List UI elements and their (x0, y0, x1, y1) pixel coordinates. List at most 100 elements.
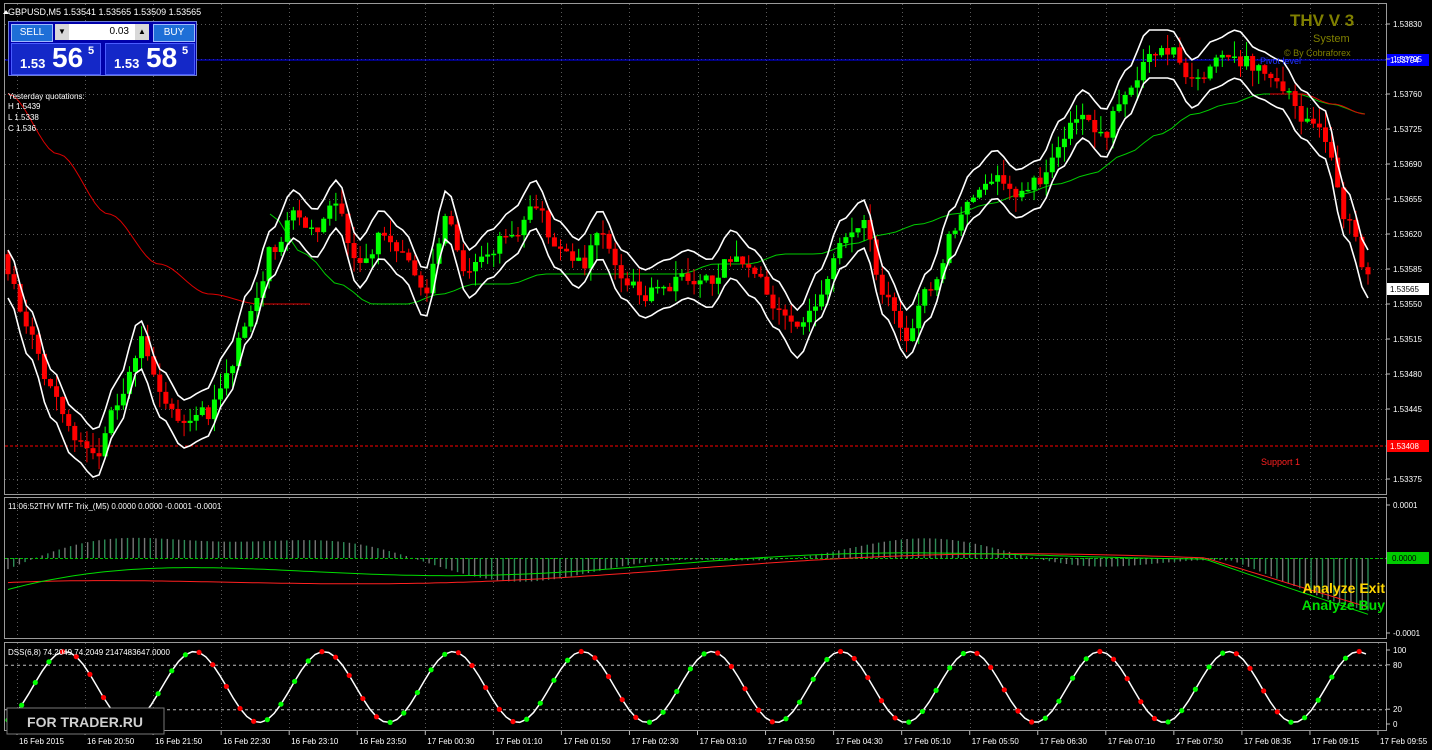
dss-dot (1206, 664, 1212, 670)
candle-body (29, 326, 35, 335)
candle-body (1080, 114, 1086, 120)
candle-body (78, 440, 84, 442)
lot-size-stepper[interactable]: ▼ 0.03 ▲ (55, 24, 149, 40)
candle-body (721, 259, 727, 278)
candle-body (175, 408, 181, 421)
dss-dot (87, 671, 93, 677)
candle-body (114, 405, 120, 411)
buy-price-button[interactable]: 1.53 58 5 (105, 42, 195, 75)
yesterday-low: L 1.5338 (8, 113, 39, 122)
candle-body (460, 250, 466, 272)
candle-body (1043, 172, 1049, 185)
dss-dot (1329, 674, 1335, 680)
candle-body (594, 233, 600, 246)
candle-body (1183, 62, 1189, 78)
buy-button[interactable]: BUY (153, 24, 195, 42)
candle-body (533, 206, 539, 209)
candle-body (66, 414, 72, 426)
time-tick-label: 17 Feb 01:50 (563, 737, 611, 746)
candle-body (11, 274, 17, 284)
candle-body (667, 286, 673, 292)
dss-dot (1165, 719, 1171, 725)
candle-body (266, 247, 272, 282)
candle-body (485, 254, 491, 257)
dss-dot (824, 656, 830, 663)
time-tick-label: 17 Feb 07:10 (1108, 737, 1156, 746)
analyze-buy-label: Analyze Buy (1302, 597, 1385, 613)
dss-dot (414, 689, 421, 696)
candle-body (661, 286, 667, 289)
candle-body (1213, 57, 1219, 67)
dss-dot (1179, 707, 1185, 714)
candle-body (1134, 80, 1140, 88)
candle-body (806, 310, 812, 323)
candle-body (5, 254, 11, 275)
price-tick-label: 1.53480 (1393, 370, 1422, 379)
candle-body (224, 373, 230, 389)
lot-decrease-icon[interactable]: ▼ (55, 24, 69, 40)
candle-body (139, 336, 145, 359)
dss-dot (756, 707, 762, 713)
price-tick-label: 1.53725 (1393, 125, 1422, 134)
pivot-label: Pivot level (1260, 56, 1301, 66)
chart-canvas[interactable]: 1.537941.53408 1.538301.537951.537601.53… (0, 0, 1432, 750)
one-click-trade-panel: SELL ▼ 0.03 ▲ BUY 1.53 56 5 1.53 58 5 (8, 21, 197, 76)
dss-dot (428, 667, 434, 673)
dss-dot (592, 655, 598, 661)
buy-price-pips: 58 (146, 42, 178, 73)
buy-price-fraction: 5 (182, 45, 189, 57)
dss-dot (1247, 665, 1253, 671)
lot-size-value[interactable]: 0.03 (71, 24, 133, 40)
time-tick-label: 17 Feb 02:30 (631, 737, 679, 746)
candle-body (187, 420, 193, 423)
candle-body (1341, 187, 1347, 220)
candle-body (545, 210, 551, 238)
sell-price-button[interactable]: 1.53 56 5 (11, 42, 101, 75)
lot-increase-icon[interactable]: ▲ (135, 24, 149, 40)
candle-body (636, 281, 642, 296)
dss-dot (551, 677, 557, 683)
candle-body (715, 277, 721, 284)
candle-body (1219, 54, 1225, 58)
dss-dot (537, 700, 543, 706)
candle-body (734, 256, 740, 262)
dss-dot (1274, 709, 1280, 715)
candle-body (454, 224, 460, 251)
candle-body (539, 208, 545, 211)
dss-dot (360, 695, 366, 702)
dss-dot (1138, 699, 1144, 705)
dss-dot (19, 702, 25, 708)
dss-dot (510, 718, 516, 725)
support-price-label: 1.53408 (1390, 442, 1419, 451)
yesterday-close: C 1.536 (8, 124, 37, 133)
dss-dot (960, 650, 966, 657)
candle-body (1177, 47, 1183, 63)
candle-body (898, 310, 903, 328)
candle-body (697, 280, 703, 285)
candle-body (375, 232, 381, 255)
candle-body (193, 414, 199, 421)
brand-title: THV V 3 (1290, 11, 1354, 30)
candle-body (679, 273, 685, 277)
dss-dot (1015, 708, 1021, 714)
trix-tick-label: 0.0001 (1393, 501, 1418, 510)
dss-dot (646, 719, 653, 725)
candle-body (199, 407, 205, 415)
dss-dot (1042, 715, 1048, 721)
dss-tick-label: 100 (1393, 646, 1407, 655)
dss-dot (742, 686, 748, 692)
candle-body (503, 235, 509, 238)
dss-dot (155, 691, 161, 697)
dss-dot (715, 650, 721, 656)
dss-dot (1110, 656, 1117, 662)
dss-dot (988, 664, 994, 671)
candle-body (964, 201, 970, 215)
dss-dot (687, 666, 694, 672)
candle-body (564, 248, 570, 252)
candle-body (230, 366, 236, 374)
candle-body (521, 219, 527, 236)
candle-body (673, 276, 679, 292)
price-tick-label: 1.53690 (1393, 160, 1422, 169)
candle-body (72, 425, 78, 441)
sell-button[interactable]: SELL (11, 24, 53, 42)
